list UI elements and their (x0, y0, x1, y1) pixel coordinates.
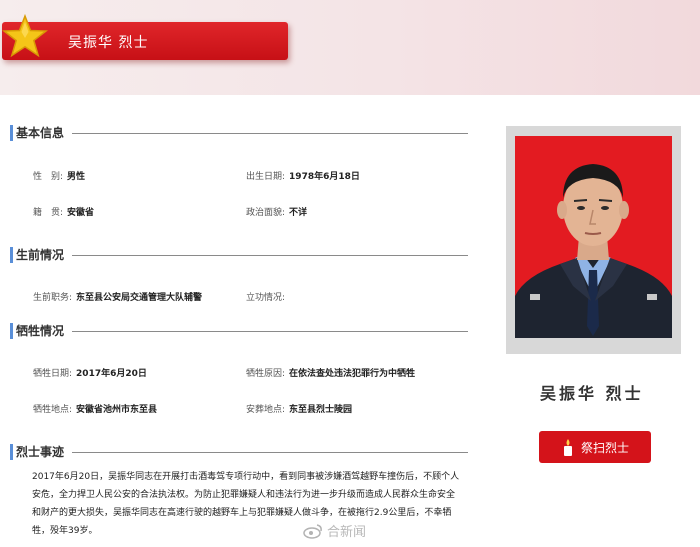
field-sacrifice-date: 牺牲日期: 2017年6月20日 (33, 366, 147, 379)
watermark-text: 合新闻 (327, 525, 367, 540)
deeds-line: 和财产的更大损失，吴振华同志在高速行驶的越野车上与犯罪嫌疑人做斗争，在被拖行2.… (32, 508, 452, 518)
section-divider (72, 452, 468, 453)
merit-label: 立功情况: (246, 293, 286, 303)
gender-label: 性 别: (33, 172, 64, 182)
native-label: 籍 贯: (33, 208, 64, 218)
section-divider (72, 133, 468, 134)
sacrifice-place-value: 安徽省池州市东至县 (76, 405, 158, 415)
section-sacrifice: 牺牲情况 (10, 323, 64, 339)
native-value: 安徽省 (67, 208, 95, 218)
mourn-button-label: 祭扫烈士 (580, 440, 629, 455)
sacrifice-place-label: 牺牲地点: (33, 405, 73, 415)
sacrifice-reason-label: 牺牲原因: (246, 369, 286, 379)
political-label: 政治面貌: (246, 208, 286, 218)
field-sacrifice-reason: 牺牲原因: 在依法查处违法犯罪行为中牺牲 (246, 366, 415, 379)
section-divider (72, 331, 468, 332)
burial-place-label: 安葬地点: (246, 405, 286, 415)
deeds-line: 2017年6月20日，吴振华同志在开展打击酒毒驾专项行动中，看到同事被涉嫌酒驾越… (32, 472, 460, 482)
field-birth: 出生日期: 1978年6月18日 (246, 169, 360, 182)
section-divider (72, 255, 468, 256)
candle-icon (563, 439, 572, 456)
field-sacrifice-place: 牺牲地点: 安徽省池州市东至县 (33, 402, 157, 415)
burial-place-value: 东至县烈士陵园 (289, 405, 353, 415)
gender-value: 男性 (67, 172, 86, 182)
deeds-line: 牲，殁年39岁。 (32, 526, 98, 536)
section-life: 生前情况 (10, 247, 64, 263)
field-merit: 立功情况: (246, 290, 289, 303)
section-deeds: 烈士事迹 (10, 444, 64, 460)
section-basic-info: 基本信息 (10, 125, 64, 141)
deeds-text: 2017年6月20日，吴振华同志在开展打击酒毒驾专项行动中，看到同事被涉嫌酒驾越… (32, 468, 480, 540)
portrait-illustration (515, 164, 672, 338)
star-icon (2, 14, 48, 58)
field-burial-place: 安葬地点: 东至县烈士陵园 (246, 402, 352, 415)
sacrifice-date-value: 2017年6月20日 (76, 369, 147, 379)
watermark: 合新闻 (303, 521, 366, 540)
birth-value: 1978年6月18日 (289, 172, 360, 182)
page-title: 吴振华 烈士 (68, 35, 149, 51)
deeds-line: 安危，全力捍卫人民公安的合法执法权。为防止犯罪嫌疑人和违法行为进一步升级而造成人… (32, 490, 456, 500)
weibo-icon (303, 523, 322, 539)
political-value: 不详 (289, 208, 308, 218)
portrait-photo (515, 136, 672, 338)
sacrifice-date-label: 牺牲日期: (33, 369, 73, 379)
field-job: 生前职务: 东至县公安局交通管理大队辅警 (33, 290, 202, 303)
field-political: 政治面貌: 不详 (246, 205, 307, 218)
mourn-button[interactable]: 祭扫烈士 (539, 431, 651, 463)
field-native-place: 籍 贯: 安徽省 (33, 205, 94, 218)
birth-label: 出生日期: (246, 172, 286, 182)
field-gender: 性 别: 男性 (33, 169, 85, 182)
job-value: 东至县公安局交通管理大队辅警 (76, 293, 203, 303)
sacrifice-reason-value: 在依法查处违法犯罪行为中牺牲 (289, 369, 416, 379)
job-label: 生前职务: (33, 293, 73, 303)
profile-name: 吴振华 烈士 (540, 384, 644, 403)
